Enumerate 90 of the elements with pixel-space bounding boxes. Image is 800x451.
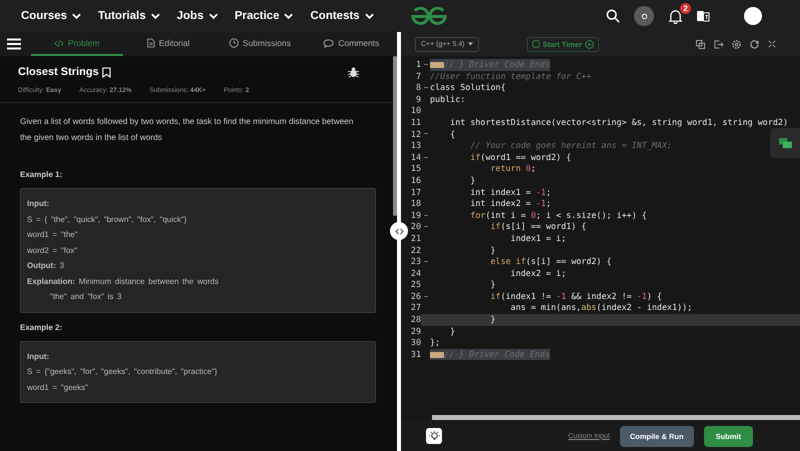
example-line: Input: <box>27 350 50 363</box>
nav-menu[interactable]: Courses <box>21 10 82 22</box>
problem-title: Closest Strings <box>18 66 99 78</box>
code-line: } <box>490 279 496 291</box>
code-icon <box>54 38 64 48</box>
fold-icon[interactable] <box>424 214 428 217</box>
example-line: Output: 3 <box>27 260 66 272</box>
document-icon <box>146 38 155 48</box>
code-line: if(word1 == word2) { <box>469 152 572 164</box>
hint-button[interactable] <box>426 428 442 444</box>
translate-icon[interactable] <box>697 10 710 22</box>
clock-icon <box>228 38 239 48</box>
bulb-icon <box>428 430 440 442</box>
code-line: }; <box>430 337 440 349</box>
timer-icon <box>532 40 540 48</box>
bell-icon[interactable] <box>668 8 683 24</box>
play-icon <box>585 40 594 48</box>
horizontal-scrollbar[interactable] <box>432 415 800 420</box>
nav-menu[interactable]: Tutorials <box>98 10 160 22</box>
code-line: index2 = i; <box>510 268 566 280</box>
chat-icon <box>778 138 792 148</box>
tab[interactable]: Submissions <box>214 32 306 56</box>
code-line: // Your code goes hereint ans = INT_MAX; <box>469 140 672 152</box>
example-heading: Example 2: <box>20 322 64 332</box>
chat-icon <box>323 38 334 48</box>
caret-icon <box>72 13 82 19</box>
nav-menu[interactable]: Jobs <box>176 10 218 22</box>
reset-icon[interactable] <box>750 40 759 48</box>
tab[interactable]: Comments <box>306 32 397 56</box>
example-line: S = {"geeks", "for", "geeks", "contribute", "practice"} <box>27 366 218 378</box>
code-line: int index1 = -1; <box>469 186 552 198</box>
line-number: 28 <box>401 314 421 326</box>
theme-toggle-button[interactable] <box>634 6 654 26</box>
caret-icon <box>284 13 294 19</box>
code-line: int index2 = -1; <box>469 198 552 210</box>
example-line: S = { "the", "quick", "brown", "fox", "quick"} <box>27 214 188 226</box>
arrows-icon <box>394 228 404 234</box>
code-line: if(index1 != -1 && index2 != -1) { <box>490 290 662 302</box>
tab[interactable]: Editorial <box>122 32 214 56</box>
tab[interactable]: Problem <box>31 32 122 56</box>
fullscreen-icon[interactable] <box>768 40 776 48</box>
code-line: { <box>449 128 456 140</box>
example-line: Explanation: Minimum distance between the words "the" and "fox" is 3 <box>27 276 220 303</box>
code-line: } <box>469 174 476 187</box>
example-line: word1 = "geeks" <box>27 382 89 394</box>
example-heading: Example 1: <box>20 170 64 179</box>
code-line: int shortestDistance(vector<string> &s, string word1, string word2) <box>449 116 788 129</box>
copy-icon[interactable] <box>696 40 705 48</box>
bug-icon[interactable] <box>348 66 359 78</box>
settings-icon[interactable] <box>732 40 741 48</box>
code-line: class Solution{ <box>430 82 506 94</box>
search-icon[interactable] <box>606 9 620 23</box>
fold-icon[interactable] <box>424 64 428 66</box>
fold-icon[interactable] <box>424 156 428 159</box>
fold-icon[interactable] <box>424 133 428 136</box>
fold-icon[interactable] <box>424 86 428 89</box>
notification-badge: 2 <box>680 2 691 14</box>
fold-icon[interactable] <box>424 226 428 228</box>
example-line: word2 = "fox" <box>27 244 78 256</box>
nav-menu[interactable]: Contests <box>310 10 374 22</box>
caret-icon <box>150 13 160 19</box>
code-line: return 0; <box>490 163 536 175</box>
code-line: for(int i = 0; i < s.size(); i++) { <box>469 210 647 222</box>
code-line: //User function template for C++ <box>430 70 592 82</box>
code-line: ans = min(ans,abs(index2 - index1)); <box>510 302 692 314</box>
caret-icon <box>208 13 218 19</box>
folded-code-marker[interactable] <box>430 62 444 68</box>
code-line: } <box>490 244 496 256</box>
example-line: Input: <box>27 198 50 210</box>
code-line: } <box>449 326 456 338</box>
nav-menu[interactable]: Practice <box>234 10 294 22</box>
menu-icon[interactable] <box>7 38 21 50</box>
code-line: if(s[i] == word1) { <box>490 221 586 233</box>
export-icon[interactable] <box>714 40 723 48</box>
folded-code-marker[interactable] <box>430 352 444 358</box>
code-line: else if(s[i] == word2) { <box>490 256 612 268</box>
scrollbar[interactable] <box>393 56 397 216</box>
fold-icon[interactable] <box>424 260 428 263</box>
code-line: public: <box>430 94 466 106</box>
caret-icon <box>364 13 374 19</box>
code-line: } <box>490 314 496 326</box>
problem-description: Given a list of words followed by two words, the task to find the minimum distance between the given two words in the list of words <box>20 115 354 144</box>
code-line: index1 = i; <box>510 232 566 244</box>
avatar-icon[interactable] <box>744 7 762 25</box>
example-line: word1 = "the" <box>27 229 79 241</box>
caret-icon <box>468 42 473 46</box>
bookmark-icon[interactable] <box>102 66 111 78</box>
logo-icon[interactable] <box>410 6 448 26</box>
chat-button[interactable] <box>770 128 800 158</box>
fold-icon[interactable] <box>424 296 428 298</box>
